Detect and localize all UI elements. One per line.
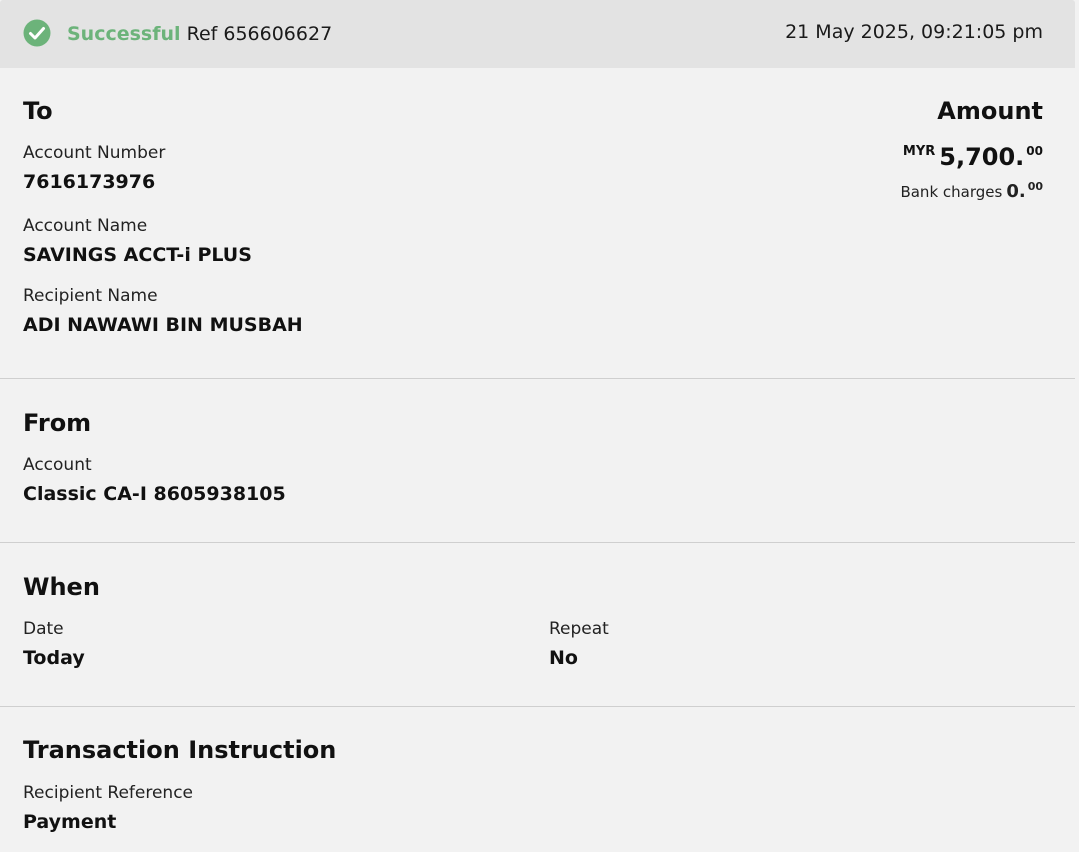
repeat-label: Repeat bbox=[549, 619, 609, 639]
transaction-receipt: Successful Ref 656606627 21 May 2025, 09… bbox=[0, 0, 1075, 852]
amount-whole: 5,700. bbox=[939, 143, 1025, 171]
from-account-value: Classic CA-I 8605938105 bbox=[23, 483, 286, 505]
status-label: Successful bbox=[67, 23, 181, 45]
recipient-name-value: ADI NAWAWI BIN MUSBAH bbox=[23, 314, 303, 336]
section-divider bbox=[0, 706, 1075, 707]
date-value: Today bbox=[23, 647, 85, 669]
transaction-instruction-heading: Transaction Instruction bbox=[23, 736, 337, 764]
section-divider bbox=[0, 378, 1075, 379]
amount-cents: 00 bbox=[1026, 144, 1043, 158]
bank-charges-whole: 0. bbox=[1006, 181, 1026, 202]
amount-heading: Amount bbox=[937, 97, 1043, 125]
recipient-reference-label: Recipient Reference bbox=[23, 783, 193, 803]
status-bar: Successful Ref 656606627 21 May 2025, 09… bbox=[0, 0, 1075, 68]
recipient-reference-value: Payment bbox=[23, 811, 117, 833]
bank-charges: Bank charges 0. 00 bbox=[900, 180, 1043, 202]
reference-number: Ref 656606627 bbox=[186, 23, 333, 45]
section-divider bbox=[0, 542, 1075, 543]
account-number-label: Account Number bbox=[23, 143, 166, 163]
transaction-timestamp: 21 May 2025, 09:21:05 pm bbox=[785, 21, 1043, 43]
amount-currency: MYR bbox=[902, 144, 936, 159]
account-name-value: SAVINGS ACCT-i PLUS bbox=[23, 244, 252, 266]
from-heading: From bbox=[23, 409, 92, 437]
recipient-name-label: Recipient Name bbox=[23, 286, 158, 306]
when-heading: When bbox=[23, 573, 100, 601]
status-line: Successful Ref 656606627 bbox=[67, 21, 332, 47]
bank-charges-label: Bank charges bbox=[900, 183, 1003, 201]
account-number-value: 7616173976 bbox=[23, 171, 156, 193]
date-label: Date bbox=[23, 619, 64, 639]
bank-charges-cents: 00 bbox=[1027, 180, 1043, 193]
repeat-value: No bbox=[549, 647, 578, 669]
check-circle-icon bbox=[23, 19, 51, 47]
amount-value: MYR 5,700. 00 bbox=[903, 143, 1043, 171]
account-name-label: Account Name bbox=[23, 216, 148, 236]
to-heading: To bbox=[23, 97, 53, 125]
from-account-label: Account bbox=[23, 455, 92, 475]
